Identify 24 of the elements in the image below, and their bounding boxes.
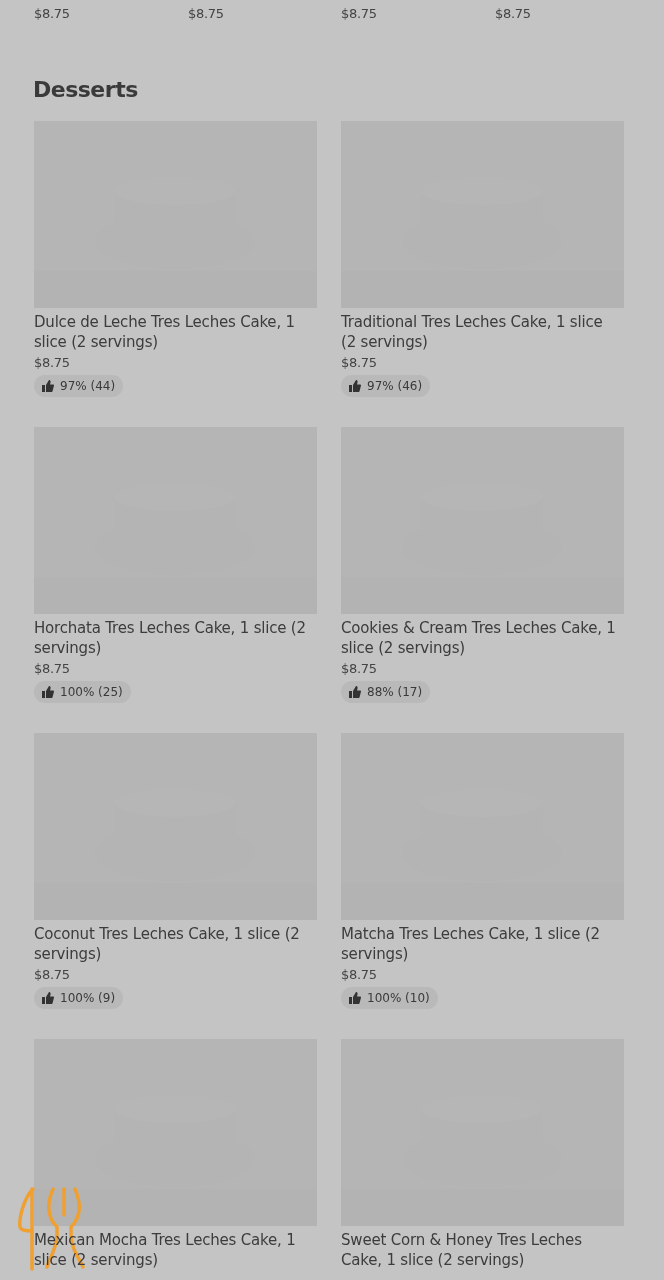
- item-price: $8.75: [341, 355, 377, 370]
- rating-badge: 97% (44): [34, 375, 124, 397]
- item-price: $8.75: [34, 355, 70, 370]
- item-name[interactable]: Cookies & Cream Tres Leches Cake, 1 slice (2 servings): [341, 618, 616, 658]
- item-price: $8.75: [341, 6, 378, 21]
- section-heading: Desserts: [33, 77, 139, 104]
- rating-badge: 88% (17): [341, 681, 431, 703]
- rating-badge: 100% (9): [34, 987, 124, 1009]
- item-price: $8.75: [34, 6, 71, 21]
- item-price: $8.75: [34, 661, 70, 676]
- item-price: $8.75: [188, 6, 225, 21]
- item-price: $8.75: [495, 6, 532, 21]
- item-price: $8.75: [341, 661, 377, 676]
- item-name[interactable]: Matcha Tres Leches Cake, 1 slice (2 servings): [341, 924, 616, 964]
- item-name[interactable]: Coconut Tres Leches Cake, 1 slice (2 servings): [34, 924, 309, 964]
- item-price: $8.75: [34, 967, 70, 982]
- item-name[interactable]: Traditional Tres Leches Cake, 1 slice (2 servings): [341, 312, 616, 352]
- item-name[interactable]: Sweet Corn & Honey Tres Leches Cake, 1 slice (2 servings): [341, 1230, 616, 1270]
- rating-badge: 100% (25): [34, 681, 131, 703]
- rating-badge: 97% (46): [341, 375, 431, 397]
- item-name[interactable]: Horchata Tres Leches Cake, 1 slice (2 servings): [34, 618, 309, 658]
- item-name[interactable]: Dulce de Leche Tres Leches Cake, 1 slice (2 servings): [34, 312, 309, 352]
- rating-badge: 100% (10): [341, 987, 438, 1009]
- item-price: $8.75: [341, 967, 377, 982]
